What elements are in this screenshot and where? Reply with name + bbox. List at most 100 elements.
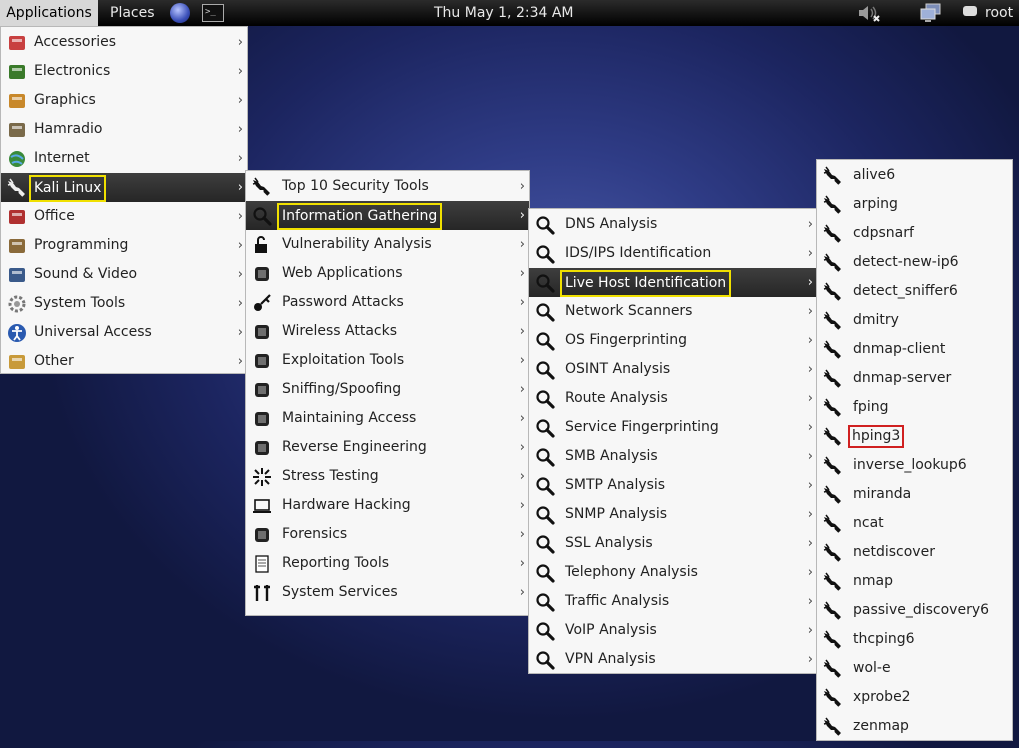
kali-menu-item-10[interactable]: Stress Testing › — [246, 462, 529, 491]
kali-menu-item-14[interactable]: System Services › — [246, 578, 529, 607]
kali-menu-item-1[interactable]: Information Gathering › — [246, 201, 529, 230]
submenu-arrow-icon: › — [807, 478, 813, 493]
kali-menu-item-13[interactable]: Reporting Tools › — [246, 549, 529, 578]
live-menu-item-5[interactable]: dmitry — [817, 306, 1012, 335]
kali-menu-item-label: Password Attacks — [282, 294, 404, 310]
kali-dragon-icon — [823, 398, 843, 418]
apps-menu-item-0[interactable]: Accessories › — [1, 28, 247, 57]
live-menu-item-19[interactable]: zenmap — [817, 712, 1012, 741]
apps-menu-item-10[interactable]: Universal Access › — [1, 318, 247, 347]
submenu-arrow-icon: › — [237, 151, 243, 166]
info-menu-item-0[interactable]: DNS Analysis › — [529, 210, 817, 239]
submenu-arrow-icon: › — [237, 122, 243, 137]
kali-menu-item-3[interactable]: Web Applications › — [246, 259, 529, 288]
kali-dragon-icon — [823, 195, 843, 215]
kali-dragon-icon — [823, 166, 843, 186]
apps-menu-item-4[interactable]: Internet › — [1, 144, 247, 173]
apps-menu-item-6[interactable]: Office › — [1, 202, 247, 231]
magnifier-icon — [535, 505, 555, 525]
magnifier-icon — [535, 215, 555, 235]
globe-icon[interactable] — [170, 3, 190, 23]
terminal-icon[interactable]: >_ — [202, 4, 224, 22]
kali-menu-item-8[interactable]: Maintaining Access › — [246, 404, 529, 433]
apps-menu-item-9[interactable]: System Tools › — [1, 289, 247, 318]
live-menu-item-7[interactable]: dnmap-server — [817, 364, 1012, 393]
live-menu-item-8[interactable]: fping — [817, 393, 1012, 422]
info-menu-item-label: OS Fingerprinting — [565, 332, 687, 348]
kali-menu-item-9[interactable]: Reverse Engineering › — [246, 433, 529, 462]
live-menu-item-9[interactable]: hping3 — [817, 422, 1012, 451]
kali-menu-item-label: Sniffing/Spoofing — [282, 381, 402, 397]
info-menu-item-7[interactable]: Service Fingerprinting › — [529, 413, 817, 442]
info-menu-item-9[interactable]: SMTP Analysis › — [529, 471, 817, 500]
info-menu-item-label: IDS/IPS Identification — [565, 245, 712, 261]
universal-access-icon — [7, 323, 27, 343]
info-menu-item-10[interactable]: SNMP Analysis › — [529, 500, 817, 529]
live-menu-item-6[interactable]: dnmap-client — [817, 335, 1012, 364]
info-menu-item-11[interactable]: SSL Analysis › — [529, 529, 817, 558]
apps-menu-item-1[interactable]: Electronics › — [1, 57, 247, 86]
apps-menu-item-7[interactable]: Programming › — [1, 231, 247, 260]
live-menu-item-3[interactable]: detect-new-ip6 — [817, 248, 1012, 277]
submenu-arrow-icon: › — [807, 275, 813, 290]
exploit-icon — [252, 351, 272, 371]
live-menu-item-4[interactable]: detect_sniffer6 — [817, 277, 1012, 306]
places-menu-button[interactable]: Places — [110, 0, 155, 26]
live-menu-item-1[interactable]: arping — [817, 190, 1012, 219]
info-menu-item-1[interactable]: IDS/IPS Identification › — [529, 239, 817, 268]
submenu-arrow-icon: › — [519, 440, 525, 455]
apps-menu-item-11[interactable]: Other › — [1, 347, 247, 376]
live-menu-item-16[interactable]: thcping6 — [817, 625, 1012, 654]
info-menu-item-15[interactable]: VPN Analysis › — [529, 645, 817, 674]
submenu-arrow-icon: › — [519, 208, 525, 223]
live-menu-item-label: ncat — [853, 515, 884, 531]
info-menu-item-3[interactable]: Network Scanners › — [529, 297, 817, 326]
live-menu-item-label: netdiscover — [853, 544, 935, 560]
live-menu-item-15[interactable]: passive_discovery6 — [817, 596, 1012, 625]
user-menu[interactable]: root — [985, 0, 1013, 26]
info-menu-item-12[interactable]: Telephony Analysis › — [529, 558, 817, 587]
info-menu-item-14[interactable]: VoIP Analysis › — [529, 616, 817, 645]
live-menu-item-label: xprobe2 — [853, 689, 911, 705]
info-menu-item-4[interactable]: OS Fingerprinting › — [529, 326, 817, 355]
kali-menu-item-5[interactable]: Wireless Attacks › — [246, 317, 529, 346]
submenu-arrow-icon: › — [807, 449, 813, 464]
apps-menu-item-3[interactable]: Hamradio › — [1, 115, 247, 144]
live-menu-item-17[interactable]: wol-e — [817, 654, 1012, 683]
kali-menu-item-12[interactable]: Forensics › — [246, 520, 529, 549]
clock[interactable]: Thu May 1, 2:34 AM — [434, 0, 574, 26]
apps-menu-item-2[interactable]: Graphics › — [1, 86, 247, 115]
top-panel: Applications Places >_ Thu May 1, 2:34 A… — [0, 0, 1019, 26]
magnifier-icon — [535, 389, 555, 409]
info-menu-item-13[interactable]: Traffic Analysis › — [529, 587, 817, 616]
live-menu-item-10[interactable]: inverse_lookup6 — [817, 451, 1012, 480]
live-menu-item-2[interactable]: cdpsnarf — [817, 219, 1012, 248]
kali-menu-item-4[interactable]: Password Attacks › — [246, 288, 529, 317]
live-menu-item-11[interactable]: miranda — [817, 480, 1012, 509]
info-menu-item-8[interactable]: SMB Analysis › — [529, 442, 817, 471]
kali-menu-item-6[interactable]: Exploitation Tools › — [246, 346, 529, 375]
submenu-arrow-icon: › — [807, 652, 813, 667]
chat-icon[interactable] — [963, 6, 977, 16]
applications-menu-button[interactable]: Applications — [0, 0, 98, 26]
web-gears-icon — [252, 264, 272, 284]
kali-menu-item-0[interactable]: Top 10 Security Tools › — [246, 172, 529, 201]
live-menu-item-14[interactable]: nmap — [817, 567, 1012, 596]
live-menu-item-13[interactable]: netdiscover — [817, 538, 1012, 567]
live-menu-item-0[interactable]: alive6 — [817, 161, 1012, 190]
info-menu-item-5[interactable]: OSINT Analysis › — [529, 355, 817, 384]
kali-menu-item-11[interactable]: Hardware Hacking › — [246, 491, 529, 520]
kali-menu-item-2[interactable]: Vulnerability Analysis › — [246, 230, 529, 259]
submenu-arrow-icon: › — [237, 180, 243, 195]
live-menu-item-18[interactable]: xprobe2 — [817, 683, 1012, 712]
magnifier-icon — [535, 331, 555, 351]
info-menu-item-6[interactable]: Route Analysis › — [529, 384, 817, 413]
network-icon[interactable] — [920, 3, 942, 23]
key-icon — [252, 293, 272, 313]
kali-menu-item-7[interactable]: Sniffing/Spoofing › — [246, 375, 529, 404]
apps-menu-item-8[interactable]: Sound & Video › — [1, 260, 247, 289]
info-menu-item-2[interactable]: Live Host Identification › — [529, 268, 817, 297]
volume-muted-icon[interactable] — [857, 4, 881, 22]
live-menu-item-12[interactable]: ncat — [817, 509, 1012, 538]
apps-menu-item-5[interactable]: Kali Linux › — [1, 173, 247, 202]
